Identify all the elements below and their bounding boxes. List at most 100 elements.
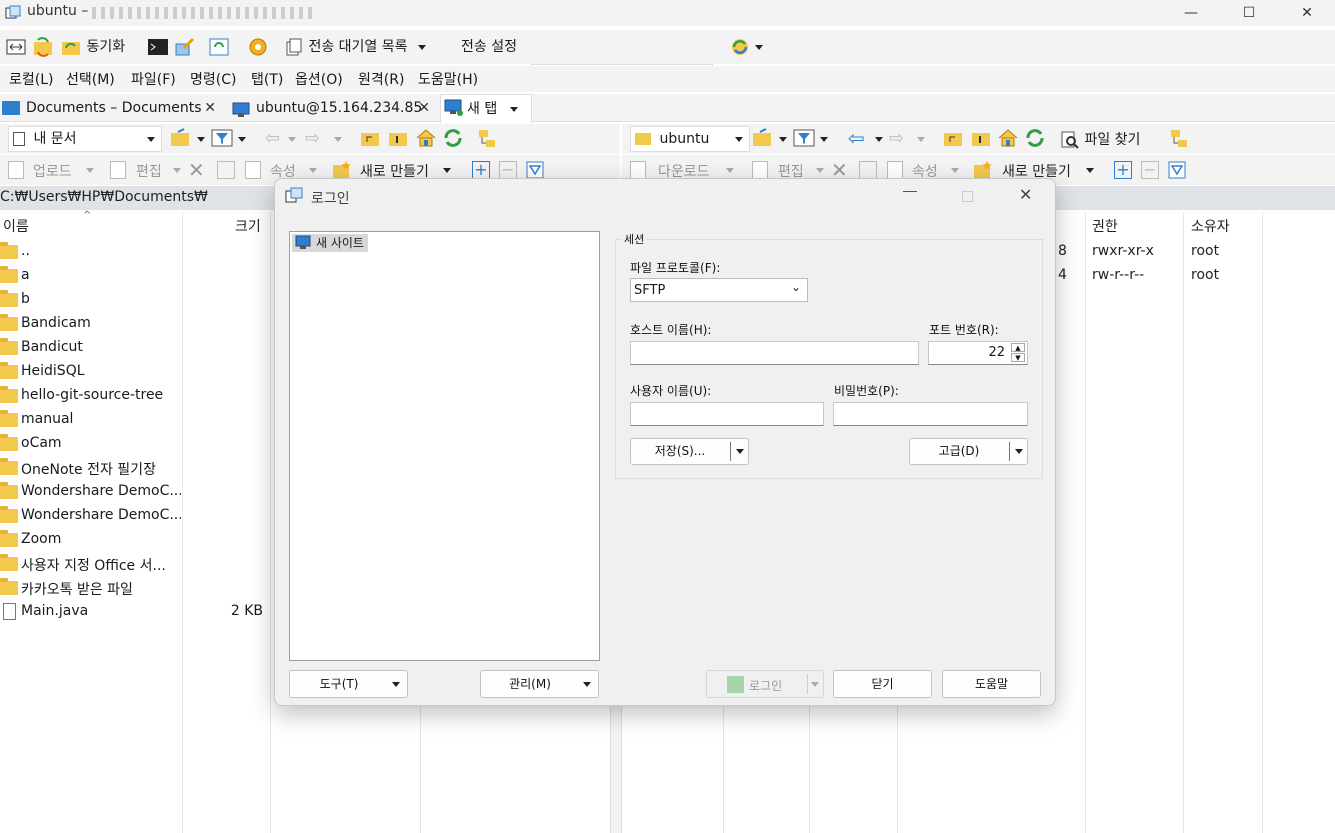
chevron-down-icon[interactable] bbox=[811, 682, 819, 687]
maximize-button[interactable]: ☐ bbox=[1226, 0, 1272, 26]
tools-button[interactable]: 도구(T) bbox=[289, 670, 408, 698]
menu-remote[interactable]: 원격(R) bbox=[358, 69, 404, 89]
back-arrow-icon[interactable]: ⇦ bbox=[848, 126, 865, 150]
tree-view-icon[interactable] bbox=[1170, 129, 1190, 153]
close-icon[interactable]: ✕ bbox=[204, 94, 216, 122]
column-header-owner[interactable]: 소유자 bbox=[1191, 216, 1230, 236]
chevron-down-icon[interactable] bbox=[288, 137, 296, 142]
file-row[interactable]: 카카오톡 받은 파일 bbox=[0, 576, 270, 600]
file-row[interactable]: a bbox=[0, 264, 270, 288]
file-row[interactable]: Zoom bbox=[0, 528, 270, 552]
global-sync-icon[interactable] bbox=[729, 34, 764, 60]
chevron-down-icon[interactable] bbox=[334, 137, 342, 142]
menu-local[interactable]: 로컬(L) bbox=[9, 69, 53, 89]
refresh-session-icon[interactable] bbox=[208, 34, 230, 60]
file-row[interactable]: Wondershare DemoC... bbox=[0, 504, 270, 528]
protocol-select[interactable]: SFTP ⌄ bbox=[630, 278, 808, 302]
rename-icon[interactable] bbox=[217, 161, 235, 179]
close-button[interactable]: 닫기 bbox=[833, 670, 932, 698]
dialog-minimize-button[interactable] bbox=[903, 191, 917, 192]
compare-icon[interactable] bbox=[5, 34, 27, 60]
chevron-down-icon[interactable] bbox=[443, 168, 451, 173]
minimize-button[interactable]: — bbox=[1168, 0, 1214, 26]
login-button[interactable]: 로그인 bbox=[706, 670, 824, 698]
tab-new[interactable]: 새 탭 bbox=[440, 94, 532, 123]
remote-location-select[interactable]: ubuntu bbox=[630, 126, 750, 152]
plus-icon[interactable]: + bbox=[472, 161, 490, 179]
spin-down-icon[interactable]: ▼ bbox=[1011, 353, 1025, 362]
save-button[interactable]: 저장(S)... bbox=[630, 438, 749, 465]
manage-button[interactable]: 관리(M) bbox=[480, 670, 599, 698]
local-location-select[interactable]: 내 문서 bbox=[8, 126, 162, 152]
minus-icon[interactable]: − bbox=[1141, 161, 1159, 179]
terminal-icon[interactable] bbox=[147, 34, 169, 60]
file-row-parent[interactable]: .. bbox=[0, 240, 270, 264]
delete-icon[interactable]: ✕ bbox=[188, 158, 205, 182]
transfer-queue-button[interactable]: 전송 대기열 목록 bbox=[284, 34, 426, 60]
chevron-down-icon[interactable] bbox=[1086, 168, 1094, 173]
file-row[interactable]: oCam bbox=[0, 432, 270, 456]
menu-options[interactable]: 옵션(O) bbox=[295, 69, 343, 89]
advanced-button[interactable]: 고급(D) bbox=[909, 438, 1028, 465]
close-window-button[interactable]: ✕ bbox=[1284, 0, 1330, 26]
chevron-down-icon[interactable] bbox=[816, 168, 824, 173]
chevron-down-icon[interactable] bbox=[173, 168, 181, 173]
edit-button[interactable]: 편집 bbox=[136, 161, 162, 181]
refresh-icon[interactable] bbox=[442, 128, 464, 152]
chevron-down-icon[interactable] bbox=[951, 168, 959, 173]
site-tree[interactable]: 새 사이트 bbox=[289, 231, 600, 661]
file-row[interactable]: HeidiSQL bbox=[0, 360, 270, 384]
dialog-close-icon[interactable]: ✕ bbox=[1019, 185, 1032, 204]
minus-icon[interactable]: − bbox=[499, 161, 517, 179]
menu-command[interactable]: 명령(C) bbox=[190, 69, 236, 89]
file-row[interactable]: Wondershare DemoC... bbox=[0, 480, 270, 504]
chevron-down-icon[interactable] bbox=[726, 168, 734, 173]
upload-button[interactable]: 업로드 bbox=[33, 161, 72, 181]
host-input[interactable] bbox=[630, 341, 919, 365]
root-folder-icon[interactable] bbox=[388, 129, 408, 151]
site-item-new[interactable]: 새 사이트 bbox=[292, 234, 368, 252]
chevron-down-icon[interactable] bbox=[309, 168, 317, 173]
chevron-down-icon[interactable] bbox=[197, 137, 205, 142]
port-spinner[interactable]: 22 ▲ ▼ bbox=[928, 341, 1028, 365]
tree-view-icon[interactable] bbox=[478, 129, 498, 153]
tab-ubuntu[interactable]: ubuntu@15.164.234.85 ✕ bbox=[230, 94, 432, 122]
refresh-icon[interactable] bbox=[1024, 128, 1046, 152]
back-arrow-icon[interactable]: ⇦ bbox=[265, 128, 280, 149]
open-folder-icon[interactable] bbox=[170, 128, 198, 152]
chevron-down-icon[interactable] bbox=[820, 137, 828, 142]
file-row[interactable]: Bandicut bbox=[0, 336, 270, 360]
find-files-button[interactable]: 파일 찾기 bbox=[1060, 127, 1140, 153]
file-row[interactable]: 사용자 지정 Office 서... bbox=[0, 552, 270, 576]
filter-icon[interactable] bbox=[211, 128, 233, 152]
putty-icon[interactable] bbox=[174, 34, 196, 60]
plus-icon[interactable]: + bbox=[1114, 161, 1132, 179]
menu-tab[interactable]: 탭(T) bbox=[251, 69, 283, 89]
parent-folder-icon[interactable] bbox=[943, 129, 963, 151]
file-row[interactable]: manual bbox=[0, 408, 270, 432]
column-header-size[interactable]: 크기 bbox=[235, 216, 261, 236]
parent-folder-icon[interactable] bbox=[360, 129, 380, 151]
file-row[interactable]: Bandicam bbox=[0, 312, 270, 336]
select-filter-icon[interactable] bbox=[1168, 161, 1186, 183]
password-input[interactable] bbox=[833, 402, 1028, 426]
home-icon[interactable] bbox=[997, 128, 1019, 152]
spin-up-icon[interactable]: ▲ bbox=[1011, 343, 1025, 352]
filter-icon[interactable] bbox=[793, 128, 815, 152]
chevron-down-icon[interactable] bbox=[736, 449, 744, 454]
file-row[interactable]: b bbox=[0, 288, 270, 312]
tab-documents[interactable]: Documents – Documents ✕ bbox=[0, 94, 222, 122]
chevron-down-icon[interactable] bbox=[238, 137, 246, 142]
file-row[interactable]: Main.java 2 KB bbox=[0, 600, 270, 624]
menu-select[interactable]: 선택(M) bbox=[66, 69, 115, 89]
forward-arrow-icon[interactable]: ⇨ bbox=[889, 128, 904, 149]
chevron-down-icon[interactable] bbox=[917, 137, 925, 142]
user-input[interactable] bbox=[630, 402, 824, 426]
root-folder-icon[interactable] bbox=[971, 129, 991, 151]
column-header-name[interactable]: 이름 bbox=[3, 216, 29, 236]
rename-icon[interactable] bbox=[859, 161, 877, 179]
menu-file[interactable]: 파일(F) bbox=[131, 69, 176, 89]
gear-icon[interactable] bbox=[247, 34, 269, 60]
sync-button[interactable]: 동기화 bbox=[60, 34, 125, 60]
column-header-rights[interactable]: 권한 bbox=[1092, 216, 1118, 236]
